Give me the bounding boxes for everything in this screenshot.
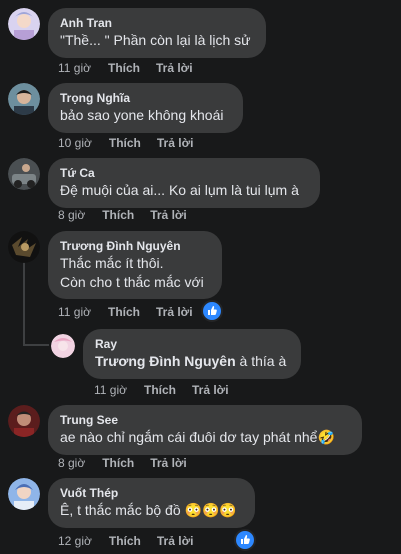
like-button[interactable]: Thích <box>108 61 140 75</box>
like-reaction-icon[interactable] <box>234 529 256 551</box>
comment-author[interactable]: Trương Đình Nguyên <box>60 238 210 254</box>
reply-button[interactable]: Trả lời <box>156 61 193 75</box>
comment-text-rest: à thía à <box>235 353 287 369</box>
like-button[interactable]: Thích <box>108 305 140 319</box>
comment-bubble: Trung See ae nào chỉ ngắm cái đuôi dơ ta… <box>48 405 362 455</box>
comment-author[interactable]: Anh Tran <box>60 15 254 31</box>
avatar[interactable] <box>8 231 40 263</box>
comment-author[interactable]: Tứ Ca <box>60 165 308 181</box>
comment-text: bảo sao yone không khoái <box>60 107 224 123</box>
avatar[interactable] <box>51 334 75 358</box>
comment-actions: 11 giờ Thích Trả lời <box>94 382 245 398</box>
avatar[interactable] <box>8 8 40 40</box>
comment-author[interactable]: Vuốt Thép <box>60 485 243 501</box>
like-button[interactable]: Thích <box>144 383 176 397</box>
comment-bubble: Trọng Nghĩa bảo sao yone không khoái <box>48 83 243 133</box>
comment-time[interactable]: 11 giờ <box>58 305 91 319</box>
like-button[interactable]: Thích <box>102 456 134 470</box>
comment-actions: 12 giờ Thích Trả lời <box>58 533 209 549</box>
comment-bubble: Anh Tran "Thề... " Phần còn lại là lịch … <box>48 8 266 58</box>
comment-author[interactable]: Ray <box>95 336 289 352</box>
comment-actions: 8 giờ Thích Trả lời <box>58 207 203 223</box>
avatar[interactable] <box>8 158 40 190</box>
reply-button[interactable]: Trả lời <box>157 136 194 150</box>
avatar[interactable] <box>8 405 40 437</box>
reply-button[interactable]: Trả lời <box>156 305 193 319</box>
comment-author[interactable]: Trọng Nghĩa <box>60 90 231 106</box>
comment-bubble: Tứ Ca Đệ muội của ai... Ko ai lụm là tui… <box>48 158 320 208</box>
like-button[interactable]: Thích <box>109 534 141 548</box>
comment-time[interactable]: 8 giờ <box>58 208 85 222</box>
avatar[interactable] <box>8 83 40 115</box>
comment-text: Đệ muội của ai... Ko ai lụm là tui lụm à <box>60 182 299 198</box>
comment-text: Còn cho t thắc mắc với <box>60 274 204 290</box>
comment-time[interactable]: 11 giờ <box>94 383 127 397</box>
comment-text: Ê, t thắc mắc bộ đồ 😳😳😳 <box>60 502 237 518</box>
comment-author[interactable]: Trung See <box>60 412 350 428</box>
reply-button[interactable]: Trả lời <box>192 383 229 397</box>
like-button[interactable]: Thích <box>109 136 141 150</box>
comment-bubble: Trương Đình Nguyên Thắc mắc ít thôi. Còn… <box>48 231 222 299</box>
like-reaction-icon[interactable] <box>201 300 223 322</box>
mention-link[interactable]: Trương Đình Nguyên <box>95 353 236 369</box>
reply-button[interactable]: Trả lời <box>157 534 194 548</box>
comment-text: ae nào chỉ ngắm cái đuôi dơ tay phát nhể… <box>60 429 335 445</box>
comment-time[interactable]: 11 giờ <box>58 61 91 75</box>
comment-actions: 8 giờ Thích Trả lời <box>58 455 203 471</box>
comment-bubble: Vuốt Thép Ê, t thắc mắc bộ đồ 😳😳😳 <box>48 478 255 528</box>
thread-line <box>23 344 49 346</box>
thread-line <box>23 262 25 346</box>
like-button[interactable]: Thích <box>102 208 134 222</box>
comment-text: Trương Đình Nguyên à thía à <box>95 352 289 371</box>
comment-actions: 11 giờ Thích Trả lời <box>58 60 209 76</box>
comment-text: Thắc mắc ít thôi. <box>60 255 164 271</box>
avatar[interactable] <box>8 478 40 510</box>
comment-text: "Thề... " Phần còn lại là lịch sử <box>60 32 251 48</box>
comment-bubble: Ray Trương Đình Nguyên à thía à <box>83 329 301 379</box>
reply-button[interactable]: Trả lời <box>150 456 187 470</box>
comment-time[interactable]: 8 giờ <box>58 456 85 470</box>
reply-button[interactable]: Trả lời <box>150 208 187 222</box>
comment-time[interactable]: 10 giờ <box>58 136 92 150</box>
comment-actions: 10 giờ Thích Trả lời <box>58 135 209 151</box>
comment-time[interactable]: 12 giờ <box>58 534 92 548</box>
comment-actions: 11 giờ Thích Trả lời <box>58 304 209 320</box>
